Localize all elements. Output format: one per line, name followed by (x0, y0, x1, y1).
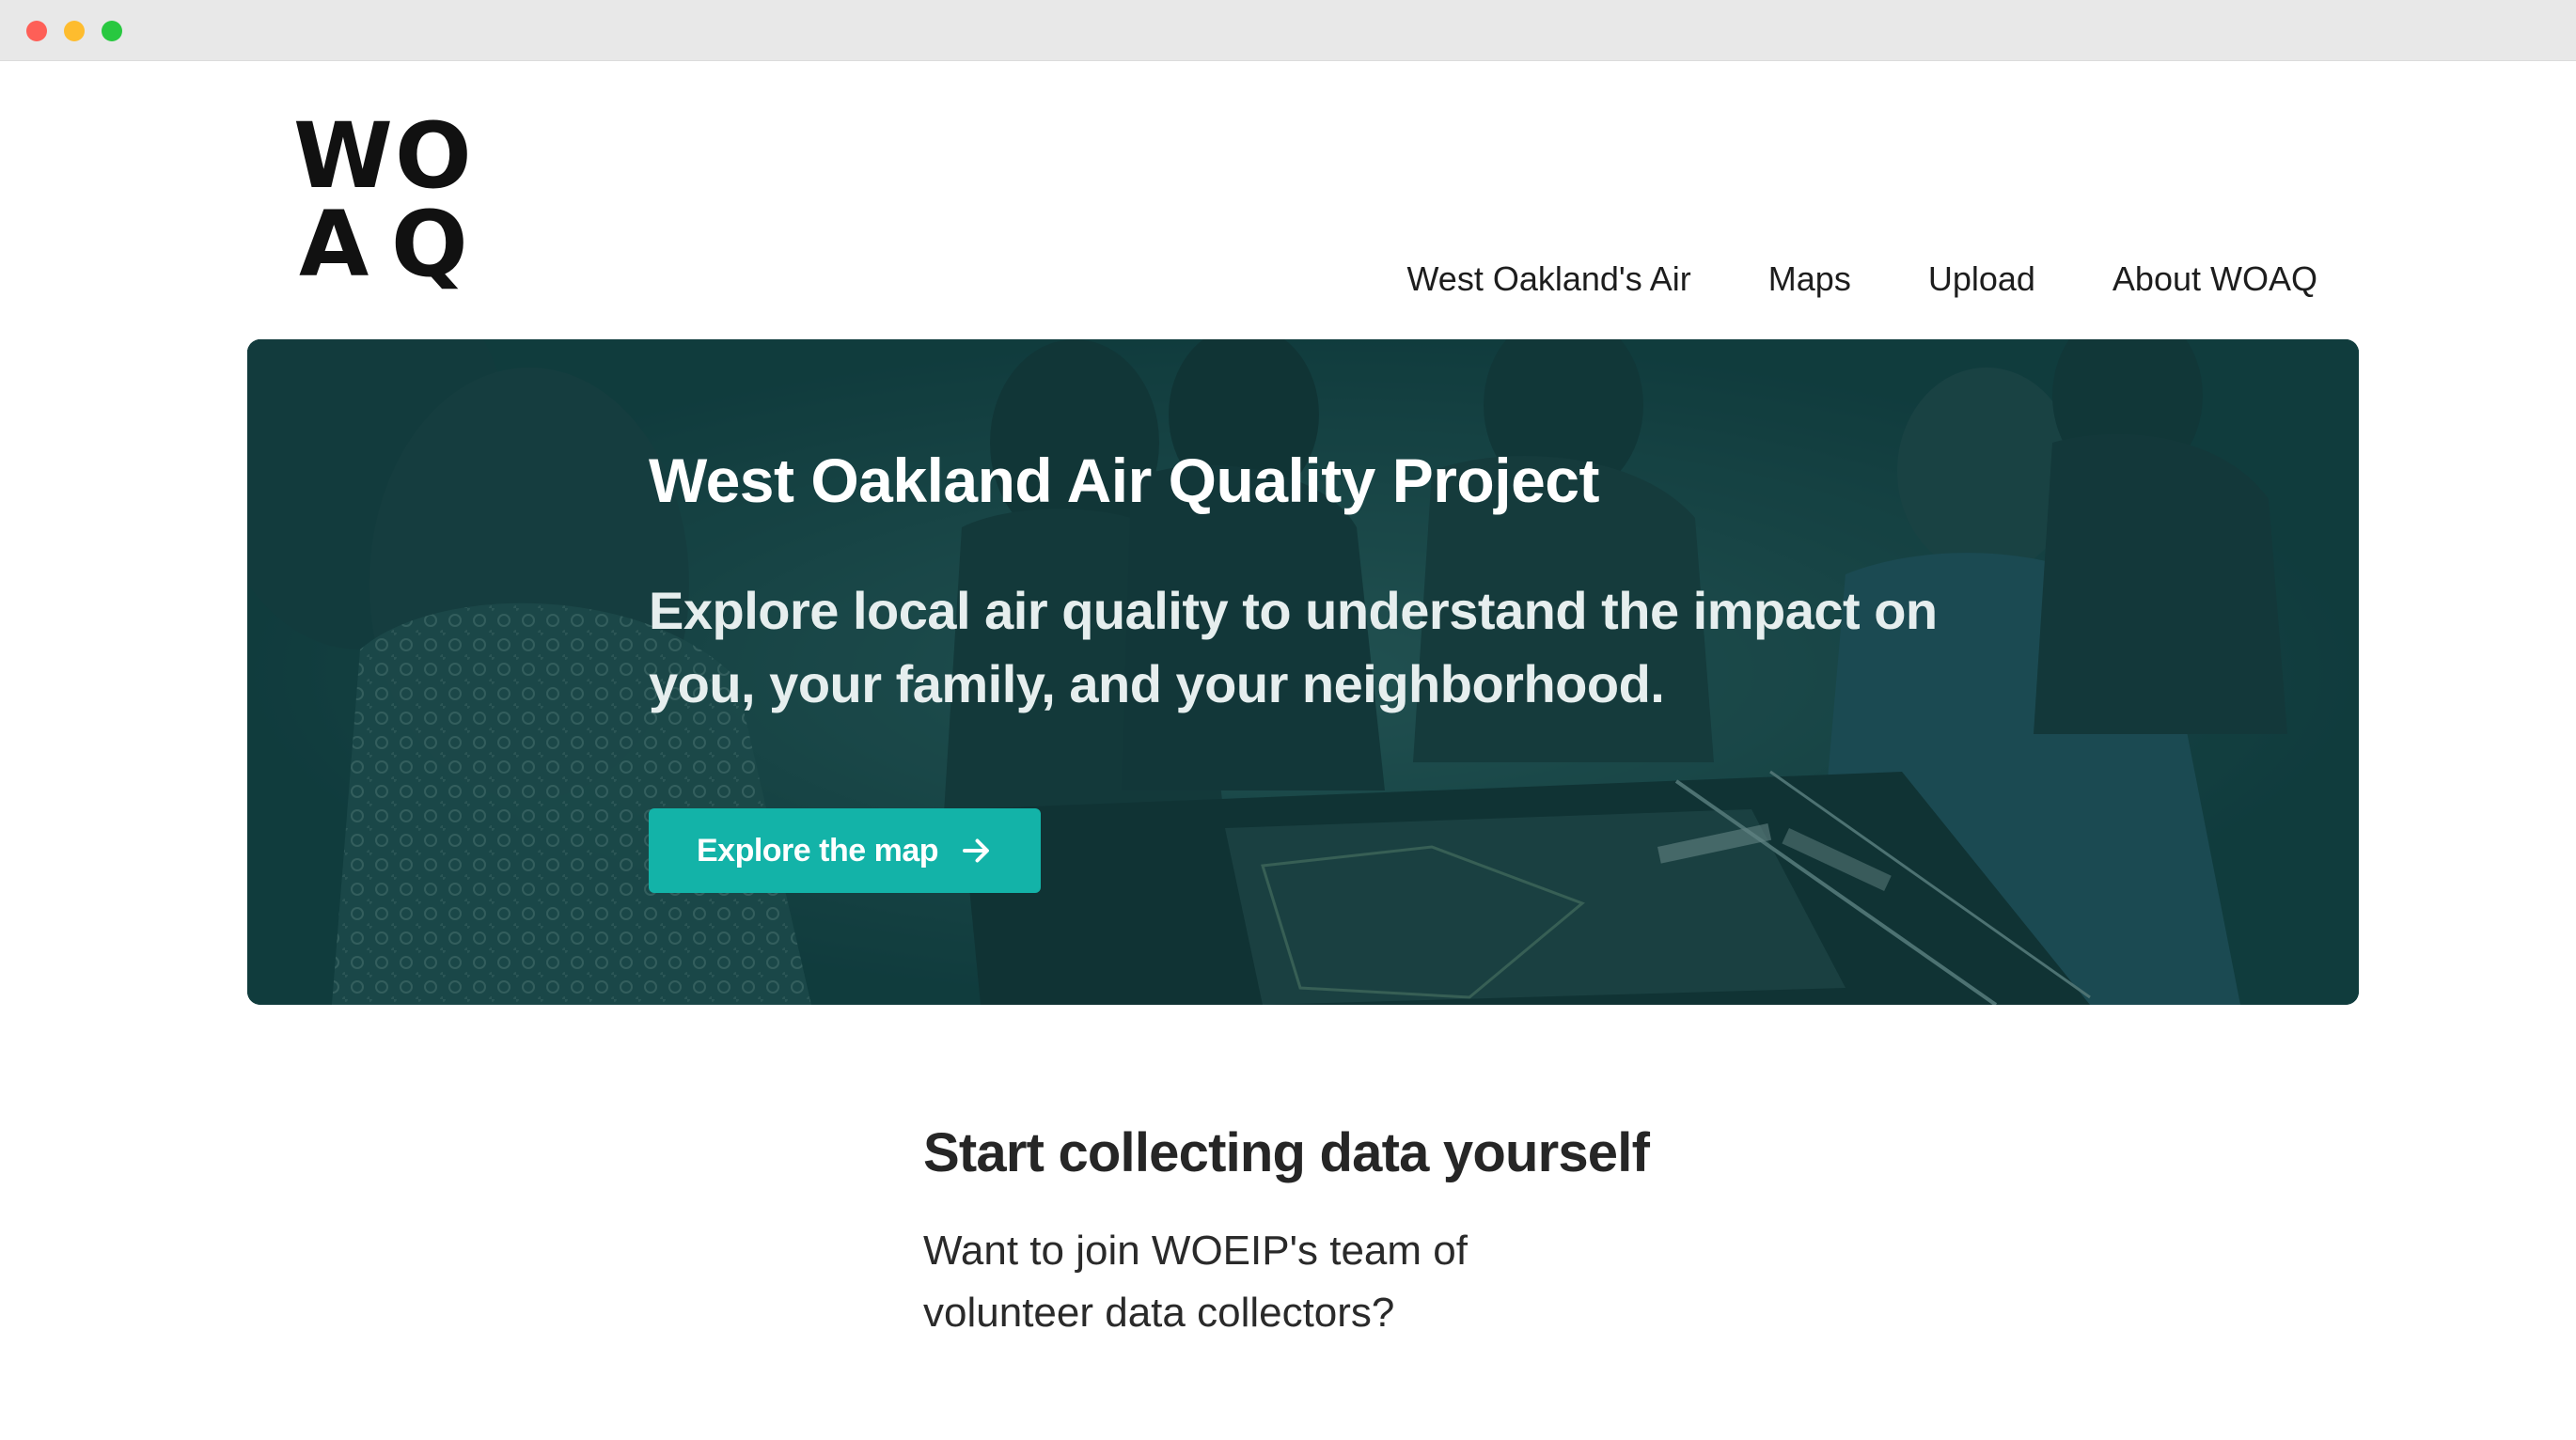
arrow-right-icon (963, 838, 989, 863)
site-logo[interactable]: W O A Q (293, 105, 481, 293)
collect-data-heading: Start collecting data yourself (923, 1122, 1650, 1183)
window-maximize-button[interactable] (102, 21, 122, 41)
collect-data-section: Start collecting data yourself Want to j… (923, 1120, 1769, 1344)
logo-letter-a: A (299, 192, 369, 297)
main-navigation: West Oakland's Air Maps Upload About WOA… (1406, 259, 2317, 299)
hero-content: West Oakland Air Quality Project Explore… (649, 443, 1965, 721)
logo-letter-w: W (293, 103, 393, 209)
explore-map-button[interactable]: Explore the map (649, 808, 1041, 893)
collect-data-text: Want to join WOEIP's team of volunteer d… (923, 1228, 1468, 1336)
nav-link-about[interactable]: About WOAQ (2113, 259, 2317, 299)
hero-banner: West Oakland Air Quality Project Explore… (247, 339, 2359, 1005)
nav-link-upload[interactable]: Upload (1928, 259, 2035, 299)
hero-title: West Oakland Air Quality Project (649, 446, 1599, 515)
window-minimize-button[interactable] (64, 21, 85, 41)
window-close-button[interactable] (26, 21, 47, 41)
logo-letter-o: O (395, 103, 472, 209)
nav-link-west-oaklands-air[interactable]: West Oakland's Air (1406, 259, 1690, 299)
browser-title-bar (0, 0, 2576, 61)
nav-link-maps[interactable]: Maps (1768, 259, 1851, 299)
hero-subtitle: Explore local air quality to understand … (649, 581, 1938, 713)
logo-letter-q: Q (391, 192, 468, 297)
explore-map-button-label: Explore the map (696, 832, 939, 869)
